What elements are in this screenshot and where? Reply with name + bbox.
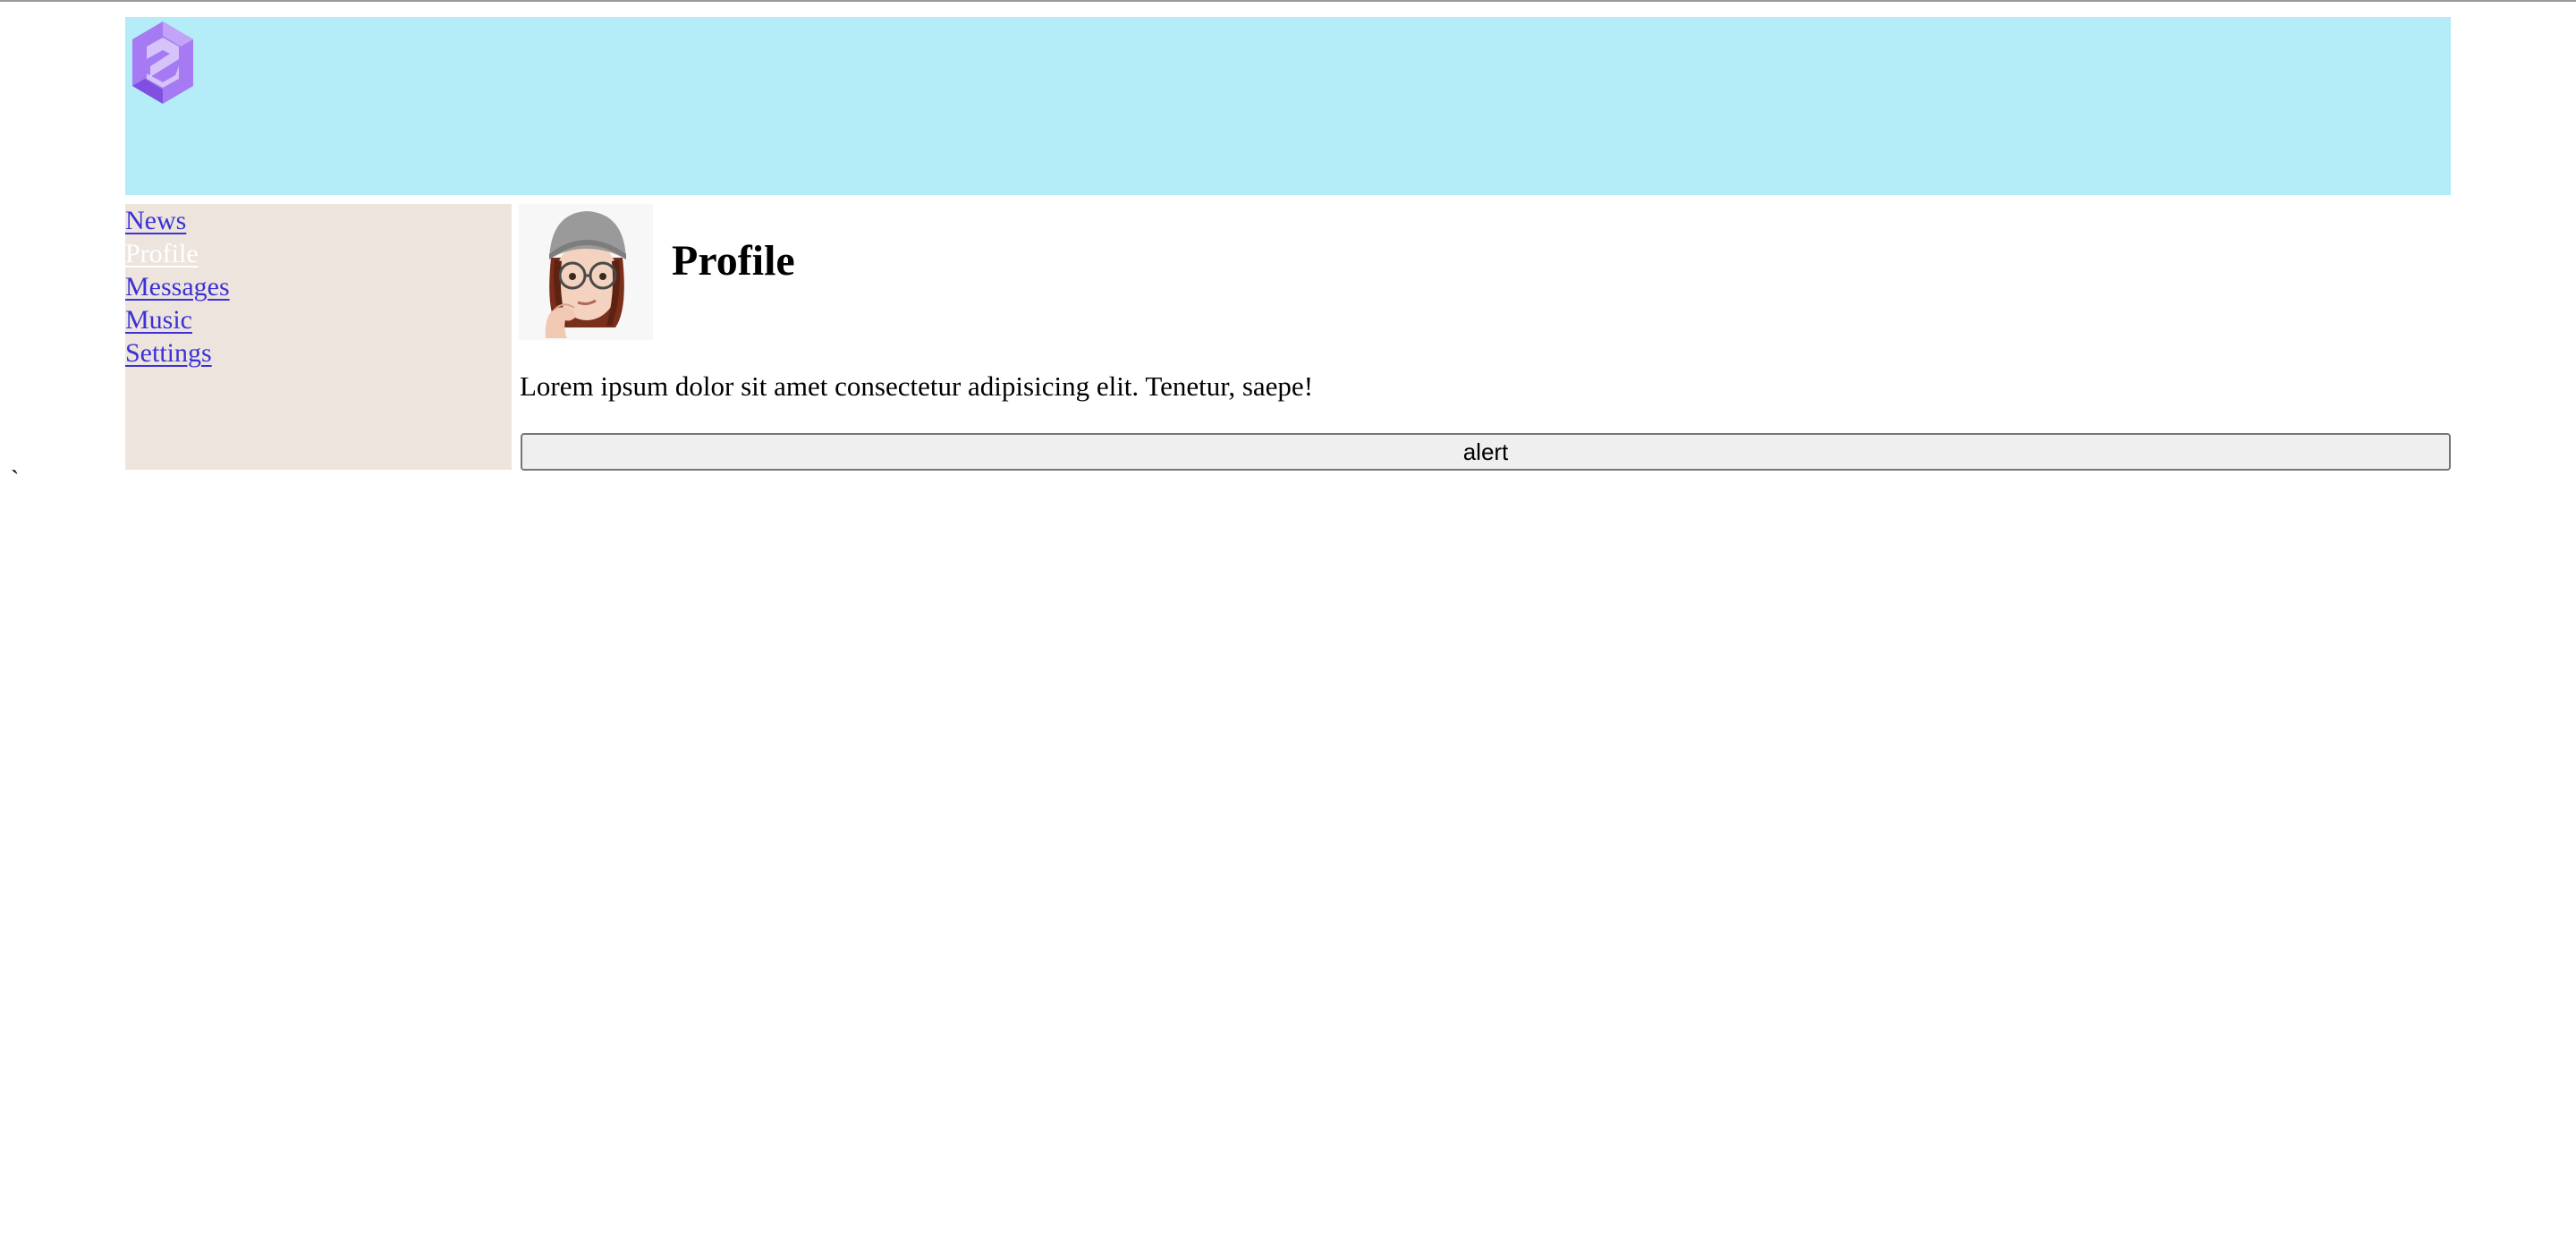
stray-backtick: ` bbox=[11, 466, 20, 494]
header-banner bbox=[125, 17, 2451, 195]
nav-link-settings[interactable]: Settings bbox=[125, 336, 512, 370]
hexagon-logo-icon bbox=[132, 21, 193, 104]
nav-link-news[interactable]: News bbox=[125, 204, 512, 237]
profile-content: Profile Lorem ipsum dolor sit amet conse… bbox=[519, 204, 2451, 472]
nav-link-music[interactable]: Music bbox=[125, 303, 512, 336]
alert-button[interactable]: alert bbox=[521, 433, 2451, 471]
sidebar-nav: News Profile Messages Music Settings bbox=[125, 204, 512, 470]
avatar bbox=[519, 204, 653, 340]
nav-link-messages[interactable]: Messages bbox=[125, 270, 512, 303]
nav-link-profile[interactable]: Profile bbox=[125, 237, 512, 270]
top-border-line bbox=[0, 0, 2576, 2]
page-title: Profile bbox=[672, 237, 795, 285]
profile-description: Lorem ipsum dolor sit amet consectetur a… bbox=[520, 370, 1314, 402]
